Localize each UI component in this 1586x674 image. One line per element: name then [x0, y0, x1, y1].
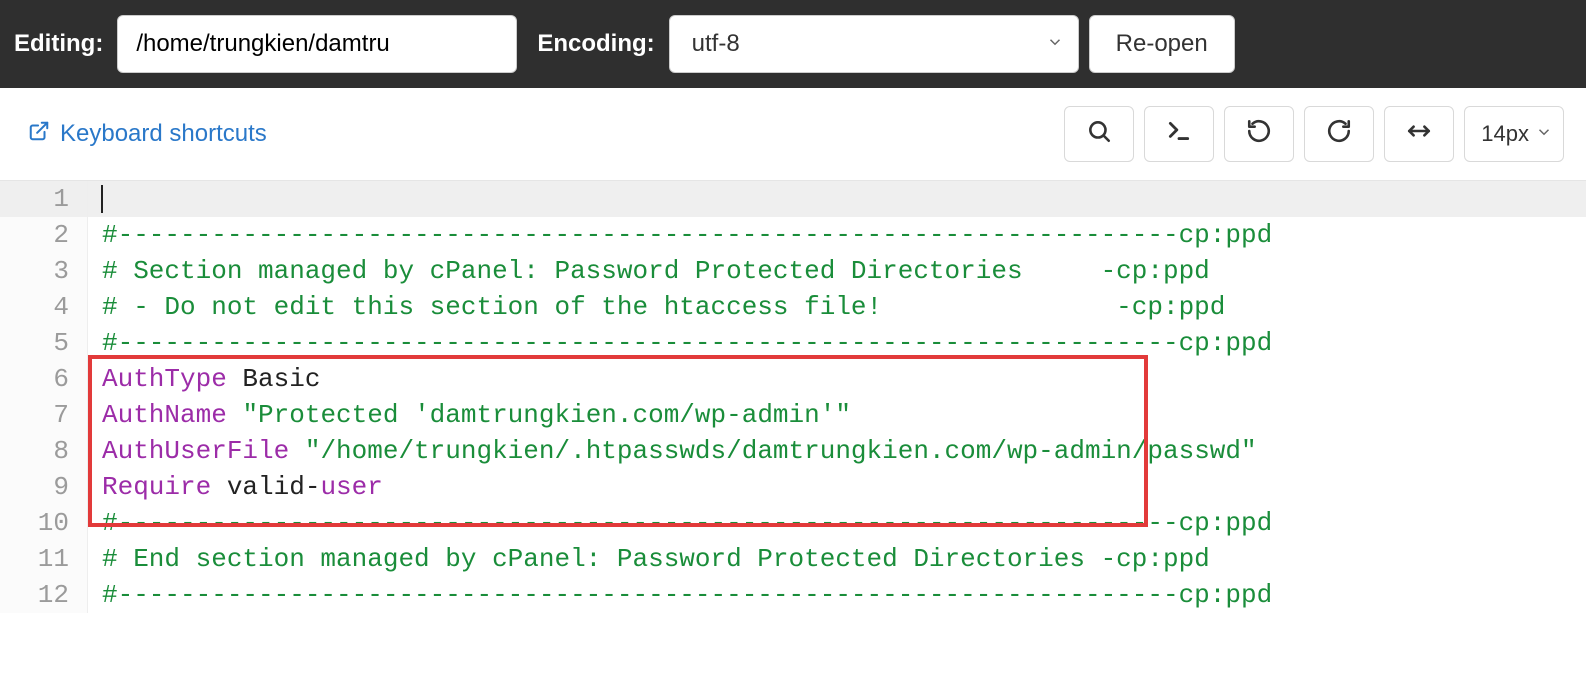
editor-toolbar: Keyboard shortcuts — [0, 88, 1586, 181]
code-token: "/home/trungkien/.htpasswds/damtrungkien… — [305, 436, 1257, 466]
code-token: # End section managed by cPanel: Passwor… — [102, 544, 1210, 574]
redo-button[interactable] — [1304, 106, 1374, 162]
keyboard-shortcuts-label: Keyboard shortcuts — [60, 120, 267, 148]
search-button[interactable] — [1064, 106, 1134, 162]
code-content[interactable]: Require valid-user — [88, 469, 1586, 505]
line-number: 7 — [0, 397, 88, 433]
editor-topbar: Editing: Encoding: utf-8 Re-open — [0, 0, 1586, 88]
encoding-value: utf-8 — [692, 30, 740, 58]
code-line[interactable]: 12 #-------------------------------------… — [0, 577, 1586, 613]
editing-label: Editing: — [14, 30, 103, 58]
line-number: 3 — [0, 253, 88, 289]
code-content[interactable]: AuthName "Protected 'damtrungkien.com/wp… — [88, 397, 1586, 433]
code-token: user — [320, 472, 382, 502]
reopen-button[interactable]: Re-open — [1089, 15, 1235, 73]
code-token: AuthUserFile — [102, 436, 289, 466]
code-content[interactable]: AuthUserFile "/home/trungkien/.htpasswds… — [88, 433, 1586, 469]
line-number: 8 — [0, 433, 88, 469]
code-token: "Protected 'damtrungkien.com/wp-admin'" — [242, 400, 851, 430]
code-line[interactable]: 8AuthUserFile "/home/trungkien/.htpasswd… — [0, 433, 1586, 469]
font-size-select[interactable]: 14px — [1464, 106, 1564, 162]
line-number: 4 — [0, 289, 88, 325]
code-content[interactable]: AuthType Basic — [88, 361, 1586, 397]
code-line[interactable]: 11 # End section managed by cPanel: Passw… — [0, 541, 1586, 577]
code-content[interactable] — [88, 181, 1586, 217]
code-content[interactable]: #---------------------------------------… — [88, 505, 1586, 541]
code-editor[interactable]: 12 #-------------------------------------… — [0, 181, 1586, 613]
code-content[interactable]: # Section managed by cPanel: Password Pr… — [88, 253, 1586, 289]
font-size-value: 14px — [1481, 121, 1529, 147]
encoding-select[interactable]: utf-8 — [669, 15, 1079, 73]
line-number: 6 — [0, 361, 88, 397]
code-line[interactable]: 5 #--------------------------------------… — [0, 325, 1586, 361]
code-content[interactable]: #---------------------------------------… — [88, 577, 1586, 613]
keyboard-shortcuts-link[interactable]: Keyboard shortcuts — [28, 120, 267, 149]
line-number: 12 — [0, 577, 88, 613]
chevron-down-icon — [1046, 30, 1064, 58]
code-line[interactable]: 4 # - Do not edit this section of the hta… — [0, 289, 1586, 325]
code-token — [227, 400, 243, 430]
undo-button[interactable] — [1224, 106, 1294, 162]
toolbar-buttons: 14px — [1064, 106, 1564, 162]
text-cursor — [101, 185, 103, 213]
code-token: # Section managed by cPanel: Password Pr… — [102, 256, 1210, 286]
encoding-group: Encoding: utf-8 — [537, 15, 1078, 73]
code-content[interactable]: #---------------------------------------… — [88, 325, 1586, 361]
horizontal-arrows-icon — [1406, 118, 1432, 150]
code-token: #---------------------------------------… — [102, 220, 1272, 250]
code-line[interactable]: 1 — [0, 181, 1586, 217]
line-number: 5 — [0, 325, 88, 361]
code-token: # - Do not edit this section of the htac… — [102, 292, 1225, 322]
code-line[interactable]: 9Require valid-user — [0, 469, 1586, 505]
code-line[interactable]: 10 #-------------------------------------… — [0, 505, 1586, 541]
external-link-icon — [28, 120, 50, 149]
terminal-button[interactable] — [1144, 106, 1214, 162]
code-token: AuthName — [102, 400, 227, 430]
code-content[interactable]: # - Do not edit this section of the htac… — [88, 289, 1586, 325]
code-content[interactable]: #---------------------------------------… — [88, 217, 1586, 253]
code-token: #---------------------------------------… — [102, 508, 1272, 538]
code-token: Basic — [227, 364, 321, 394]
code-line[interactable]: 6AuthType Basic — [0, 361, 1586, 397]
line-number: 10 — [0, 505, 88, 541]
chevron-down-icon — [1535, 121, 1553, 147]
code-token — [289, 436, 305, 466]
code-content[interactable]: # End section managed by cPanel: Passwor… — [88, 541, 1586, 577]
undo-icon — [1246, 118, 1272, 150]
wrap-toggle-button[interactable] — [1384, 106, 1454, 162]
code-line[interactable]: 2 #--------------------------------------… — [0, 217, 1586, 253]
code-line[interactable]: 7AuthName "Protected 'damtrungkien.com/w… — [0, 397, 1586, 433]
search-icon — [1086, 118, 1112, 150]
encoding-label: Encoding: — [537, 30, 654, 58]
code-token: valid- — [211, 472, 320, 502]
code-token: AuthType — [102, 364, 227, 394]
code-token: #---------------------------------------… — [102, 328, 1272, 358]
redo-icon — [1326, 118, 1352, 150]
line-number: 9 — [0, 469, 88, 505]
line-number: 2 — [0, 217, 88, 253]
file-path-input[interactable] — [117, 15, 517, 73]
code-token: Require — [102, 472, 211, 502]
reopen-label: Re-open — [1116, 30, 1208, 58]
code-line[interactable]: 3 # Section managed by cPanel: Password P… — [0, 253, 1586, 289]
line-number: 1 — [0, 181, 88, 217]
line-number: 11 — [0, 541, 88, 577]
terminal-icon — [1166, 118, 1192, 150]
code-token: #---------------------------------------… — [102, 580, 1272, 610]
